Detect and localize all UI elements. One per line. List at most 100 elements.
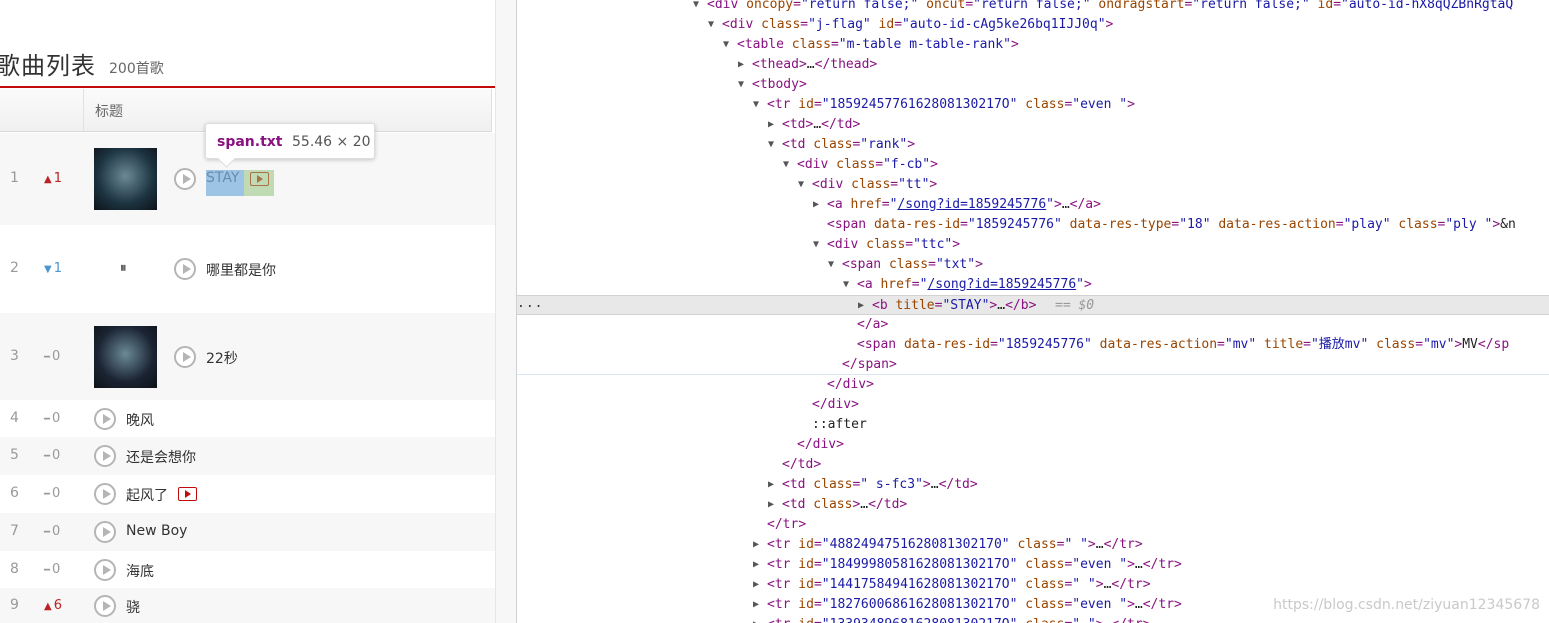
play-icon[interactable] bbox=[94, 407, 116, 430]
expand-triangle-icon[interactable]: ▶ bbox=[753, 555, 763, 575]
dom-node-markup: <span data-res-id="1859245776" data-res-… bbox=[857, 337, 1510, 352]
dom-node[interactable]: ▶ <td>…</td> bbox=[517, 115, 1549, 135]
dom-node[interactable]: ▶ <thead>…</thead> bbox=[517, 55, 1549, 75]
collapse-triangle-icon[interactable]: ▼ bbox=[738, 75, 748, 95]
album-cover[interactable] bbox=[94, 148, 157, 210]
dom-node[interactable]: </span> bbox=[517, 355, 1549, 375]
pane-splitter[interactable] bbox=[495, 0, 517, 623]
dom-node-markup: <tbody> bbox=[752, 77, 807, 92]
play-icon[interactable] bbox=[174, 258, 196, 280]
dom-node[interactable]: ▼ <td class="rank"> bbox=[517, 135, 1549, 155]
play-icon[interactable] bbox=[174, 168, 196, 190]
play-icon[interactable] bbox=[94, 558, 116, 581]
collapse-triangle-icon[interactable]: ▼ bbox=[708, 15, 718, 35]
dom-node[interactable]: ::after bbox=[517, 415, 1549, 435]
dom-node[interactable]: ▼ <div class="tt"> bbox=[517, 175, 1549, 195]
dom-node[interactable]: </div> bbox=[517, 375, 1549, 395]
dash-icon: ━ bbox=[44, 527, 51, 538]
expand-triangle-icon[interactable]: ▶ bbox=[753, 535, 763, 555]
expand-triangle-icon[interactable]: ▶ bbox=[753, 595, 763, 615]
play-icon[interactable] bbox=[94, 521, 116, 543]
table-row[interactable]: 6 ━ 0 起风了 bbox=[0, 475, 495, 513]
inspect-highlight-txt bbox=[206, 170, 244, 196]
dom-node[interactable]: ▶ <td class=" s-fc3">…</td> bbox=[517, 475, 1549, 495]
collapse-triangle-icon[interactable]: ▼ bbox=[798, 175, 808, 195]
table-row[interactable]: 2 ▼ 1 ⏸ 哪里都是你 bbox=[0, 225, 495, 313]
more-actions-dots[interactable]: ... bbox=[517, 296, 543, 311]
expand-triangle-icon[interactable]: ▶ bbox=[768, 495, 778, 515]
dom-node-markup: </span> bbox=[842, 357, 897, 372]
mv-icon[interactable] bbox=[174, 484, 202, 504]
dom-node[interactable]: <span data-res-id="1859245776" data-res-… bbox=[517, 215, 1549, 235]
table-row[interactable]: 5 ━ 0 还是会想你 bbox=[0, 437, 495, 475]
expand-triangle-icon[interactable]: ▶ bbox=[753, 615, 763, 623]
dom-node-markup: <div class="j-flag" id="auto-id-cAg5ke26… bbox=[722, 17, 1114, 32]
expand-triangle-icon[interactable]: ▶ bbox=[768, 115, 778, 135]
song-title-link[interactable]: 海底 bbox=[126, 561, 154, 581]
dom-node[interactable]: ▼ <div oncopy="return false;" oncut="retu… bbox=[517, 0, 1549, 15]
dom-node[interactable]: ▼ <div class="j-flag" id="auto-id-cAg5ke2… bbox=[517, 15, 1549, 35]
trend-value: 0 bbox=[52, 524, 61, 539]
song-title-link[interactable]: 22秒 bbox=[206, 348, 238, 368]
dom-node[interactable]: ▼ <a href="/song?id=1859245776"> bbox=[517, 275, 1549, 295]
song-title-link[interactable]: 晚风 bbox=[126, 410, 154, 430]
dom-node[interactable]: ▼ <div class="f-cb"> bbox=[517, 155, 1549, 175]
expand-triangle-icon[interactable]: ▶ bbox=[768, 475, 778, 495]
dom-node[interactable]: ▶ <a href="/song?id=1859245776">…</a> bbox=[517, 195, 1549, 215]
collapse-triangle-icon[interactable]: ▼ bbox=[783, 155, 793, 175]
expand-triangle-icon[interactable]: ▶ bbox=[738, 55, 748, 75]
dom-node[interactable]: ▶ <tr id="4882494751628081302170" class="… bbox=[517, 535, 1549, 555]
collapse-triangle-icon[interactable]: ▼ bbox=[723, 35, 733, 55]
song-title-link[interactable]: 起风了 bbox=[126, 485, 168, 505]
table-row[interactable]: 7 ━ 0 New Boy bbox=[0, 513, 495, 551]
song-title-link[interactable]: 哪里都是你 bbox=[206, 260, 276, 280]
dom-node[interactable]: ▶ <tr id="1441758494162808130217O" class=… bbox=[517, 575, 1549, 595]
table-row[interactable]: 4 ━ 0 晚风 bbox=[0, 400, 495, 437]
collapse-triangle-icon[interactable]: ▼ bbox=[843, 275, 853, 295]
collapse-triangle-icon[interactable]: ▼ bbox=[693, 0, 703, 15]
album-cover[interactable] bbox=[94, 325, 157, 388]
collapse-triangle-icon[interactable]: ▼ bbox=[828, 255, 838, 275]
table-row[interactable]: 9 ▲ 6 骁 bbox=[0, 588, 495, 623]
collapse-triangle-icon[interactable]: ▼ bbox=[753, 95, 763, 115]
play-icon[interactable] bbox=[94, 445, 116, 467]
dom-node[interactable]: </td> bbox=[517, 455, 1549, 475]
table-row[interactable]: 8 ━ 0 海底 bbox=[0, 551, 495, 588]
dom-node[interactable]: ▶ <tr id="1339348968162808130217O" class=… bbox=[517, 615, 1549, 623]
table-row[interactable]: 3 ━ 0 22秒 bbox=[0, 313, 495, 400]
play-icon[interactable] bbox=[94, 594, 116, 617]
song-title-link[interactable]: New Boy bbox=[126, 523, 187, 539]
expand-triangle-icon[interactable]: ▶ bbox=[813, 195, 823, 215]
dom-node[interactable]: </tr> bbox=[517, 515, 1549, 535]
dom-node-markup: </td> bbox=[782, 457, 822, 472]
dom-node[interactable]: ▼ <span class="txt"> bbox=[517, 255, 1549, 275]
dom-node[interactable]: ▼ <table class="m-table m-table-rank"> bbox=[517, 35, 1549, 55]
rank-number: 9 bbox=[10, 596, 19, 613]
dash-icon: ━ bbox=[44, 351, 51, 363]
play-icon[interactable] bbox=[94, 483, 116, 505]
expand-triangle-icon[interactable]: ▶ bbox=[858, 296, 868, 316]
dom-node[interactable]: ▼ <tbody> bbox=[517, 75, 1549, 95]
dom-node[interactable]: ▶ <td class>…</td> bbox=[517, 495, 1549, 515]
dom-node[interactable]: </div> bbox=[517, 435, 1549, 455]
list-header: 歌曲列表 200首歌 bbox=[0, 40, 495, 86]
dom-node[interactable]: <span data-res-id="1859245776" data-res-… bbox=[517, 335, 1549, 355]
trend-value: 0 bbox=[52, 448, 61, 463]
dom-node[interactable]: ▶ <b title="STAY">…</b> == $0 bbox=[517, 295, 1549, 315]
dom-node-markup: <div class="tt"> bbox=[812, 177, 938, 192]
dom-node-markup: <span class="txt"> bbox=[842, 257, 983, 272]
dom-node[interactable]: </a> bbox=[517, 315, 1549, 335]
pause-icon[interactable]: ⏸ bbox=[120, 260, 127, 276]
dom-node[interactable]: ▼ <div class="ttc"> bbox=[517, 235, 1549, 255]
dom-node[interactable]: ▼ <tr id="1859245776162808130217O" class=… bbox=[517, 95, 1549, 115]
song-title-link[interactable]: 骁 bbox=[126, 597, 140, 617]
expand-triangle-icon[interactable]: ▶ bbox=[753, 575, 763, 595]
dom-node[interactable]: </div> bbox=[517, 395, 1549, 415]
dom-node[interactable]: ▶ <tr id="1849998058162808130217O" class=… bbox=[517, 555, 1549, 575]
song-title-link[interactable]: 还是会想你 bbox=[126, 447, 196, 467]
play-icon[interactable] bbox=[174, 345, 196, 368]
collapse-triangle-icon[interactable]: ▼ bbox=[813, 235, 823, 255]
collapse-triangle-icon[interactable]: ▼ bbox=[768, 135, 778, 155]
dash-icon: ━ bbox=[44, 451, 51, 462]
dom-node-markup: <tr id="1339348968162808130217O" class="… bbox=[767, 615, 1151, 623]
